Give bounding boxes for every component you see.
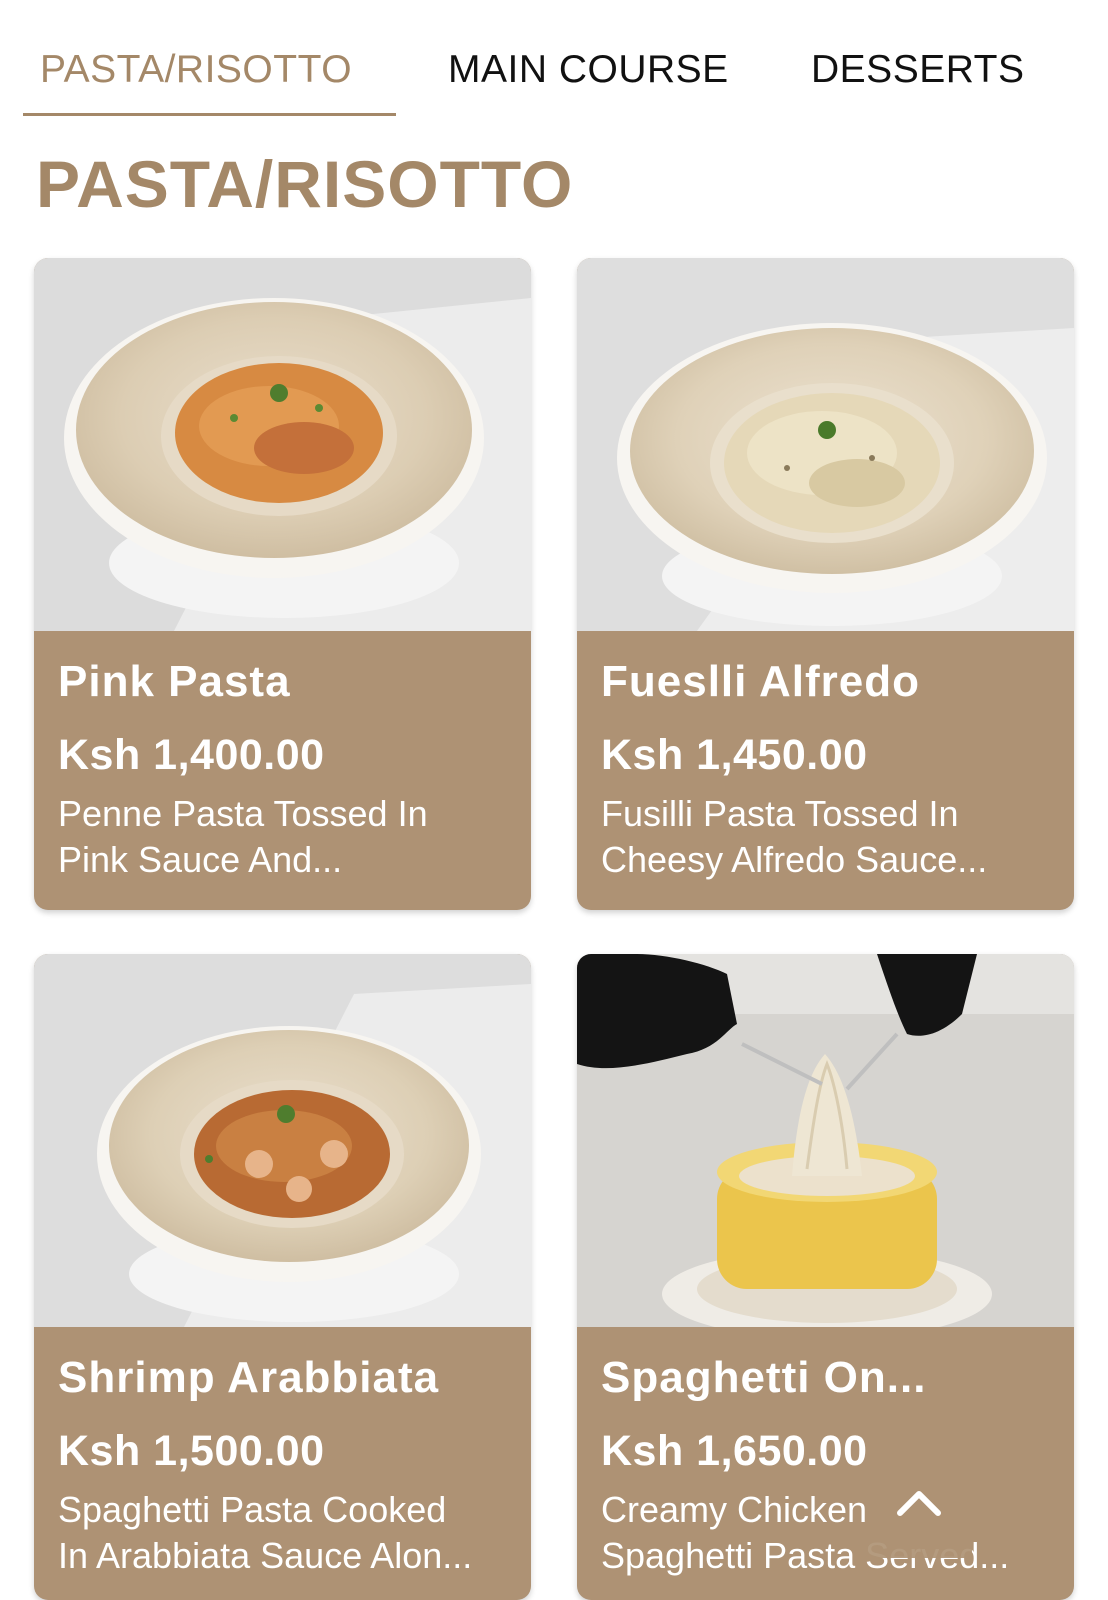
item-name: Spaghetti On...: [601, 1353, 927, 1402]
category-tabs: PASTA/RISOTTO MAIN COURSE DESSERTS: [0, 0, 1108, 118]
dish-photo: [34, 954, 531, 1327]
tab-main-course[interactable]: MAIN COURSE: [448, 46, 729, 94]
card-details: Fueslli Alfredo Ksh 1,450.00 Fusilli Pas…: [577, 631, 1074, 883]
card-details: Spaghetti On... Ksh 1,650.00 Creamy Chic…: [577, 1327, 1074, 1579]
dish-photo: [577, 258, 1074, 631]
item-price: Ksh 1,500.00: [58, 1427, 325, 1475]
item-name: Shrimp Arabbiata: [58, 1353, 440, 1402]
item-name: Fueslli Alfredo: [601, 657, 920, 706]
section-title: PASTA/RISOTTO: [36, 147, 574, 221]
item-description: Creamy Chicken Spaghetti Pasta Served...: [601, 1489, 1009, 1576]
item-price: Ksh 1,400.00: [58, 731, 325, 779]
tab-pasta-risotto[interactable]: PASTA/RISOTTO: [40, 46, 352, 94]
card-details: Shrimp Arabbiata Ksh 1,500.00 Spaghetti …: [34, 1327, 531, 1579]
tab-desserts[interactable]: DESSERTS: [811, 46, 1025, 94]
item-name: Pink Pasta: [58, 657, 291, 706]
menu-item-card[interactable]: Pink Pasta Ksh 1,400.00 Penne Pasta Toss…: [34, 258, 531, 910]
menu-item-card[interactable]: Shrimp Arabbiata Ksh 1,500.00 Spaghetti …: [34, 954, 531, 1600]
card-details: Pink Pasta Ksh 1,400.00 Penne Pasta Toss…: [34, 631, 531, 883]
scroll-to-top-button[interactable]: [865, 1450, 972, 1558]
item-description: Spaghetti Pasta Cooked In Arabbiata Sauc…: [58, 1489, 473, 1576]
dish-photo: [577, 954, 1074, 1327]
chevron-up-icon: [896, 1487, 942, 1522]
item-description: Fusilli Pasta Tossed In Cheesy Alfredo S…: [601, 793, 988, 880]
menu-item-card[interactable]: Fueslli Alfredo Ksh 1,450.00 Fusilli Pas…: [577, 258, 1074, 910]
dish-photo: [34, 258, 531, 631]
item-price: Ksh 1,450.00: [601, 731, 868, 779]
item-price: Ksh 1,650.00: [601, 1427, 868, 1475]
menu-item-card[interactable]: Spaghetti On... Ksh 1,650.00 Creamy Chic…: [577, 954, 1074, 1600]
active-tab-indicator: [23, 113, 396, 116]
item-description: Penne Pasta Tossed In Pink Sauce And...: [58, 793, 428, 880]
